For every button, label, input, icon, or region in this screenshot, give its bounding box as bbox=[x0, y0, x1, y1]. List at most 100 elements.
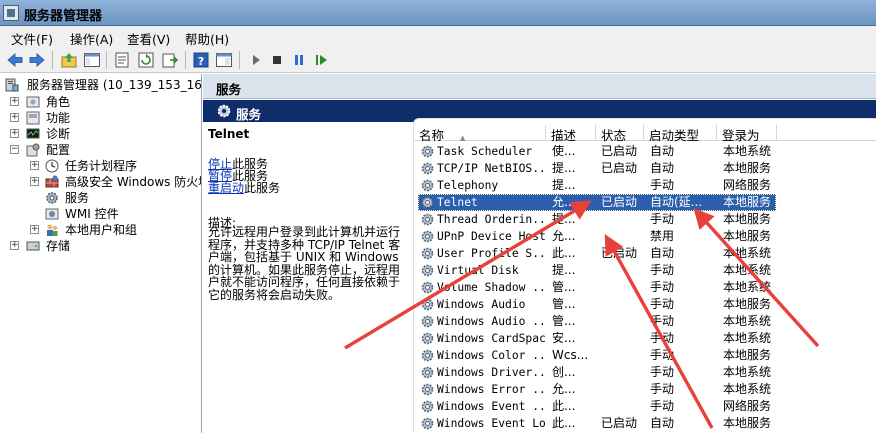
service-startup-cell: 手动 bbox=[650, 263, 675, 277]
service-logon-cell: 本地服务 bbox=[723, 348, 772, 362]
service-startup-cell: 自动 bbox=[650, 416, 675, 430]
expand-icon[interactable]: + bbox=[10, 97, 19, 106]
services-gear-icon bbox=[45, 191, 59, 205]
expand-icon[interactable]: + bbox=[30, 161, 39, 170]
features-icon bbox=[26, 111, 40, 125]
service-row[interactable]: Windows Driver... 创... 手动 本地系统 bbox=[414, 364, 876, 381]
column-name[interactable]: 名称 ▲ bbox=[414, 125, 546, 143]
collapse-icon[interactable]: − bbox=[10, 145, 19, 154]
service-logon-cell: 本地服务 bbox=[723, 161, 772, 175]
pane-icon[interactable] bbox=[215, 51, 233, 69]
service-startup-cell: 手动 bbox=[650, 365, 675, 379]
service-row[interactable]: Task Scheduler 使... 已启动 自动 本地系统 bbox=[414, 143, 876, 160]
menu-help[interactable]: 帮助(H) bbox=[185, 29, 229, 48]
menu-file[interactable]: 文件(F) bbox=[11, 29, 53, 48]
restart-link[interactable]: 重启动 bbox=[208, 181, 244, 195]
menu-view[interactable]: 查看(V) bbox=[127, 29, 170, 48]
column-logon-as[interactable]: 登录为 bbox=[717, 125, 777, 143]
pause-icon[interactable] bbox=[290, 51, 308, 69]
tree-item-diagnostics[interactable]: + 诊断 bbox=[10, 126, 200, 142]
help-icon[interactable]: ? bbox=[192, 51, 210, 69]
service-row[interactable]: Telephony 提... 手动 网络服务 bbox=[414, 177, 876, 194]
service-gear-icon bbox=[420, 365, 435, 380]
menu-action[interactable]: 操作(A) bbox=[70, 29, 113, 48]
service-row[interactable]: Windows Event Log 此... 已启动 自动 本地服务 bbox=[414, 415, 876, 432]
properties-icon[interactable] bbox=[113, 51, 131, 69]
service-row[interactable]: Virtual Disk 提... 手动 本地系统 bbox=[414, 262, 876, 279]
restart-icon[interactable] bbox=[312, 51, 330, 69]
service-name-cell: Windows Event Log bbox=[437, 417, 545, 430]
forward-icon[interactable] bbox=[28, 51, 46, 69]
service-row[interactable]: Windows Color ... Wcs... 手动 本地服务 bbox=[414, 347, 876, 364]
band-title: 服务 bbox=[236, 107, 262, 122]
service-startup-cell: 禁用 bbox=[650, 229, 675, 243]
column-startup-type[interactable]: 启动类型 bbox=[644, 125, 717, 143]
service-row[interactable]: User Profile S... 此... 已启动 自动 本地系统 bbox=[414, 245, 876, 262]
service-status-cell: 已启动 bbox=[601, 195, 638, 209]
service-name-cell: Virtual Disk bbox=[437, 264, 519, 277]
stop-icon[interactable] bbox=[268, 51, 286, 69]
expand-icon[interactable]: + bbox=[10, 129, 19, 138]
expand-icon[interactable]: + bbox=[30, 225, 39, 234]
tree-item-roles[interactable]: + 角色 bbox=[10, 94, 200, 110]
service-row[interactable]: Windows Audio ... 管... 手动 本地系统 bbox=[414, 313, 876, 330]
pane-header: 服务 bbox=[203, 74, 876, 99]
export-icon[interactable] bbox=[161, 51, 179, 69]
back-icon[interactable] bbox=[6, 51, 24, 69]
tree-item-storage[interactable]: + 存储 bbox=[10, 238, 200, 254]
service-row[interactable]: Windows Audio 管... 手动 本地服务 bbox=[414, 296, 876, 313]
service-startup-cell: 手动 bbox=[650, 314, 675, 328]
service-desc-cell: 管... bbox=[552, 297, 576, 311]
restart-service-action[interactable]: 重启动此服务 bbox=[208, 179, 280, 196]
service-desc-cell: 提... bbox=[552, 212, 576, 226]
service-status-cell: 已启动 bbox=[601, 416, 638, 430]
service-row[interactable]: Windows Error ... 允... 手动 本地系统 bbox=[414, 381, 876, 398]
tree-item-task-scheduler[interactable]: + 任务计划程序 bbox=[30, 158, 201, 174]
service-gear-icon bbox=[420, 212, 435, 227]
service-startup-cell: 自动 bbox=[650, 246, 675, 260]
tree-item-features[interactable]: + 功能 bbox=[10, 110, 200, 126]
service-startup-cell: 手动 bbox=[650, 297, 675, 311]
service-startup-cell: 手动 bbox=[650, 348, 675, 362]
service-name-cell: Windows Color ... bbox=[437, 349, 545, 362]
expand-icon[interactable]: + bbox=[10, 113, 19, 122]
service-startup-cell: 手动 bbox=[650, 212, 675, 226]
service-startup-cell: 自动 bbox=[650, 144, 675, 158]
play-icon[interactable] bbox=[247, 51, 265, 69]
service-row[interactable]: Windows Event ... 此... 手动 网络服务 bbox=[414, 398, 876, 415]
refresh-icon[interactable] bbox=[137, 51, 155, 69]
tree-item-configuration[interactable]: − 配置 bbox=[10, 142, 200, 158]
service-logon-cell: 本地系统 bbox=[723, 331, 772, 345]
service-name-cell: Windows Driver... bbox=[437, 366, 545, 379]
service-row[interactable]: TCP/IP NetBIOS... 提... 已启动 自动 本地服务 bbox=[414, 160, 876, 177]
tree-item-local-users[interactable]: + 本地用户和组 bbox=[30, 222, 201, 238]
tree-root[interactable]: 服务器管理器 (10_139_153_168 bbox=[5, 77, 201, 93]
service-row[interactable]: Windows CardSpace 安... 手动 本地系统 bbox=[414, 330, 876, 347]
service-gear-icon bbox=[420, 280, 435, 295]
up-folder-icon[interactable] bbox=[60, 51, 78, 69]
service-status-cell: 已启动 bbox=[601, 246, 638, 260]
service-row[interactable]: Thread Orderin... 提... 手动 本地服务 bbox=[414, 211, 876, 228]
expand-icon[interactable]: + bbox=[30, 177, 39, 186]
window-title: 服务器管理器 bbox=[24, 9, 103, 24]
show-hide-tree-icon[interactable] bbox=[83, 51, 101, 69]
expand-icon[interactable]: + bbox=[10, 241, 19, 250]
service-logon-cell: 本地系统 bbox=[723, 280, 772, 294]
service-row[interactable]: Volume Shadow ... 管... 手动 本地系统 bbox=[414, 279, 876, 296]
service-desc-cell: 管... bbox=[552, 280, 576, 294]
service-name-cell: Telnet bbox=[437, 196, 478, 209]
service-description: 允许远程用户登录到此计算机并运行程序，并支持多种 TCP/IP Telnet 客… bbox=[208, 225, 401, 302]
column-status[interactable]: 状态 bbox=[596, 125, 644, 143]
tree-item-services[interactable]: 服务 bbox=[45, 190, 201, 206]
service-desc-cell: 安... bbox=[552, 331, 576, 345]
tree-item-wmi[interactable]: WMI 控件 bbox=[45, 206, 201, 222]
tree-item-firewall[interactable]: + 高级安全 Windows 防火墙 bbox=[30, 174, 201, 190]
service-logon-cell: 本地服务 bbox=[723, 297, 772, 311]
service-name-cell: Telephony bbox=[437, 179, 499, 192]
service-desc-cell: 提... bbox=[552, 161, 576, 175]
service-row[interactable]: Telnet 允... 已启动 自动(延... 本地服务 bbox=[414, 194, 876, 211]
toolbar: ? bbox=[0, 47, 876, 73]
service-row[interactable]: UPnP Device Host 允... 禁用 本地服务 bbox=[414, 228, 876, 245]
column-description[interactable]: 描述 bbox=[546, 125, 596, 143]
service-startup-cell: 手动 bbox=[650, 382, 675, 396]
